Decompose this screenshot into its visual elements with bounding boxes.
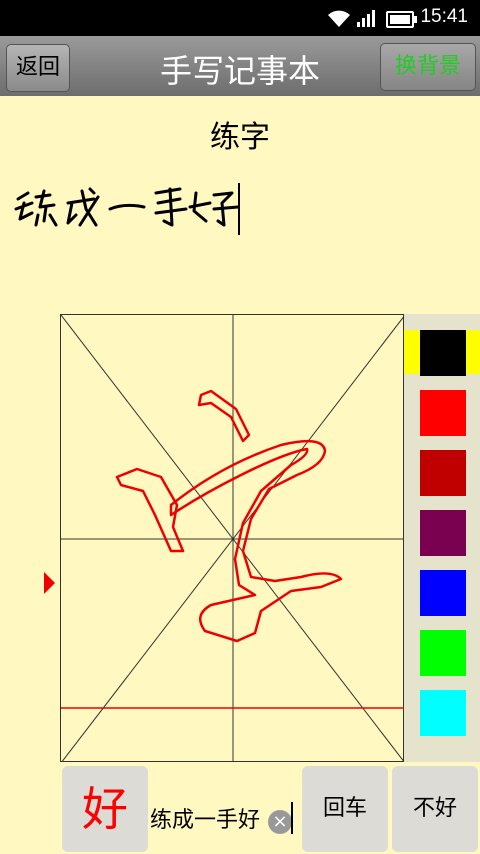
signal-icon xyxy=(357,10,375,27)
baseline-marker-icon xyxy=(44,572,55,594)
enter-button[interactable]: 回车 xyxy=(302,766,388,852)
drawn-character xyxy=(115,389,343,643)
status-bar: 15:41 xyxy=(0,0,480,36)
change-background-button[interactable]: 换背景 xyxy=(380,43,476,91)
clear-icon[interactable]: × xyxy=(268,810,292,834)
recognized-candidate-button[interactable]: 好 xyxy=(62,766,148,852)
color-swatch[interactable] xyxy=(420,570,466,616)
color-palette xyxy=(404,314,480,762)
title-bar: 返回 手写记事本 换背景 xyxy=(0,36,480,96)
handwritten-text xyxy=(14,187,240,227)
input-cursor xyxy=(291,802,293,834)
color-swatch[interactable] xyxy=(420,510,466,556)
color-swatch[interactable] xyxy=(420,630,466,676)
not-good-button[interactable]: 不好 xyxy=(392,766,478,852)
text-cursor xyxy=(238,183,240,235)
wifi-icon xyxy=(328,10,350,27)
battery-icon xyxy=(386,11,417,28)
color-swatch[interactable] xyxy=(420,390,466,436)
note-heading: 练字 xyxy=(210,120,270,155)
color-swatch[interactable] xyxy=(420,450,466,496)
writing-pad[interactable] xyxy=(60,314,405,763)
color-swatch[interactable] xyxy=(420,330,466,376)
bottom-bar: 好 练成一手好 × 回车 不好 xyxy=(0,762,480,854)
input-text[interactable]: 练成一手好 xyxy=(150,802,260,834)
color-swatch[interactable] xyxy=(420,690,466,736)
clock: 15:41 xyxy=(420,6,468,27)
